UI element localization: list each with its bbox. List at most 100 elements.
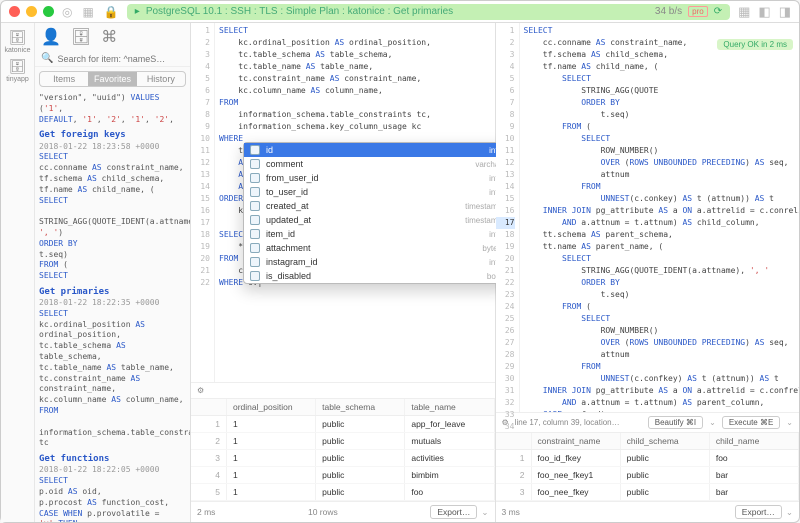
table-header[interactable]: table_schema — [316, 399, 405, 415]
right-editor[interactable]: 1234567891011121314151617181920212223242… — [496, 23, 800, 412]
left-editor[interactable]: 12345678910111213141516171819202122 SELE… — [191, 23, 495, 382]
table-header[interactable]: constraint_name — [532, 433, 621, 449]
transfer-rate: 34 b/s — [655, 6, 682, 17]
item-name: updated_at — [266, 215, 459, 225]
favorite-date: 2018-01-22 18:22:05 +0000 — [39, 465, 186, 476]
item-name: from_user_id — [266, 173, 483, 183]
table-row[interactable]: 11publicapp_for_leave — [191, 416, 495, 433]
autocomplete-item[interactable]: item_id int4 — [244, 227, 508, 241]
user-icon[interactable]: 👤 — [41, 27, 61, 47]
autocomplete-popup[interactable]: id int4 comment varchar from_user_id int… — [243, 142, 509, 284]
beautify-button[interactable]: Beautify ⌘I — [648, 416, 703, 429]
footer-time: 2 ms — [197, 507, 215, 517]
chevron-down-icon[interactable]: ⌄ — [786, 418, 793, 427]
cursor-position: line 17, column 39, location… — [515, 418, 620, 427]
table-row[interactable]: 41publicbimbim — [191, 467, 495, 484]
autocomplete-item[interactable]: instagram_id int4 — [244, 255, 508, 269]
table-header[interactable]: ordinal_position — [227, 399, 316, 415]
table-row[interactable]: 31publicactivities — [191, 450, 495, 467]
refresh-icon[interactable]: ⟳ — [714, 6, 722, 17]
autocomplete-item[interactable]: attachment bytea — [244, 241, 508, 255]
tab-history[interactable]: History — [137, 72, 185, 86]
autocomplete-item[interactable]: id int4 — [244, 143, 508, 157]
column-icon — [250, 173, 260, 183]
column-icon — [250, 201, 260, 211]
minimize-window-button[interactable] — [26, 6, 37, 17]
table-cell: bar — [710, 484, 799, 500]
right-footer: 3 ms Export… ⌄ — [496, 501, 800, 522]
eye-icon[interactable]: ◎ — [62, 5, 72, 19]
autocomplete-item[interactable]: from_user_id int4 — [244, 171, 508, 185]
table-row[interactable]: 21publicmutuals — [191, 433, 495, 450]
table-row[interactable]: 51publicfoo — [191, 484, 495, 501]
query-ok-toast: Query OK in 2 ms — [717, 39, 793, 50]
panel-left-icon[interactable]: ◧ — [758, 4, 770, 20]
table-cell: public — [621, 467, 710, 483]
zoom-window-button[interactable] — [43, 6, 54, 17]
favorite-title[interactable]: Get primaries — [39, 286, 186, 298]
left-pane: 12345678910111213141516171819202122 SELE… — [191, 23, 496, 522]
table-row[interactable]: 2foo_nee_fkey1publicbar — [496, 467, 800, 484]
autocomplete-item[interactable]: created_at timestamp — [244, 199, 508, 213]
main-split: 12345678910111213141516171819202122 SELE… — [191, 23, 799, 522]
table-cell: activities — [405, 450, 494, 466]
item-name: to_user_id — [266, 187, 483, 197]
table-row[interactable]: 3foo_nee_fkeypublicbar — [496, 484, 800, 501]
sidebar-header: 👤 🗄 ⌘ — [35, 23, 190, 51]
terminal-icon[interactable]: ⌘ — [101, 27, 117, 47]
execute-button[interactable]: Execute ⌘E — [722, 416, 780, 429]
autocomplete-item[interactable]: comment varchar — [244, 157, 508, 171]
right-code[interactable]: SELECT cc.conname AS constraint_name, tf… — [520, 23, 800, 412]
autocomplete-item[interactable]: is_disabled bool — [244, 269, 508, 283]
table-cell: foo — [405, 484, 494, 500]
column-icon — [250, 215, 260, 225]
lock-icon[interactable]: 🔒 — [104, 5, 119, 19]
tab-favorites[interactable]: Favorites — [88, 72, 136, 86]
item-name: comment — [266, 159, 469, 169]
favorites-list[interactable]: "version", "uuid") VALUES ('1',DEFAULT, … — [35, 91, 190, 522]
export-button[interactable]: Export… — [735, 505, 782, 519]
gear-icon[interactable]: ⚙ — [197, 386, 204, 395]
favorite-date: 2018-01-22 18:22:35 +0000 — [39, 298, 186, 309]
grid-icon[interactable]: ▦ — [82, 5, 93, 19]
table-header[interactable]: table_name — [405, 399, 494, 415]
sidebar: 👤 🗄 ⌘ 🔍 Items Favorites History "version… — [35, 23, 191, 522]
search-input[interactable] — [57, 54, 184, 64]
favorite-title[interactable]: Get foreign keys — [39, 129, 186, 141]
layout-grid-icon[interactable]: ▦ — [738, 4, 750, 20]
chevron-down-icon[interactable]: ⌄ — [786, 507, 793, 518]
right-toolbar: ⚙ line 17, column 39, location… Beautify… — [496, 412, 800, 432]
toolbar-left-icons: ◎ ▦ 🔒 — [62, 5, 119, 19]
table-row[interactable]: 1foo_id_fkeypublicfoo — [496, 450, 800, 467]
table-header[interactable]: child_name — [710, 433, 799, 449]
table-header[interactable]: child_schema — [621, 433, 710, 449]
connection-tinyapp[interactable]: 🗄 tinyapp — [3, 58, 33, 83]
item-name: created_at — [266, 201, 459, 211]
database-icon[interactable]: 🗄 — [71, 27, 91, 47]
column-icon — [250, 187, 260, 197]
export-button[interactable]: Export… — [430, 505, 477, 519]
item-name: is_disabled — [266, 271, 481, 281]
autocomplete-item[interactable]: updated_at timestamp — [244, 213, 508, 227]
close-window-button[interactable] — [9, 6, 20, 17]
favorite-title[interactable]: Get functions — [39, 453, 186, 465]
right-results-table[interactable]: constraint_namechild_schemachild_name1fo… — [496, 432, 800, 501]
tab-items[interactable]: Items — [40, 72, 88, 86]
autocomplete-item[interactable]: to_user_id int4 — [244, 185, 508, 199]
connection-katonice[interactable]: 🗄 katonice — [3, 29, 33, 54]
toolbar-right-icons: ▦ ◧ ◨ — [738, 4, 791, 20]
table-cell: bar — [710, 467, 799, 483]
right-gutter: 1234567891011121314151617181920212223242… — [496, 23, 520, 412]
play-icon[interactable]: ▸ — [135, 6, 140, 17]
sidebar-search[interactable]: 🔍 — [35, 51, 190, 67]
column-icon — [250, 229, 260, 239]
panel-right-icon[interactable]: ◨ — [779, 4, 791, 20]
column-icon — [250, 159, 260, 169]
item-name: attachment — [266, 243, 476, 253]
left-results-table[interactable]: ordinal_positiontable_schematable_name11… — [191, 398, 495, 501]
pro-badge[interactable]: pro — [688, 6, 708, 17]
sidebar-tabs: Items Favorites History — [39, 71, 186, 87]
chevron-down-icon[interactable]: ⌄ — [709, 418, 716, 427]
chevron-down-icon[interactable]: ⌄ — [481, 507, 488, 518]
database-icon: 🗄 — [9, 58, 27, 75]
